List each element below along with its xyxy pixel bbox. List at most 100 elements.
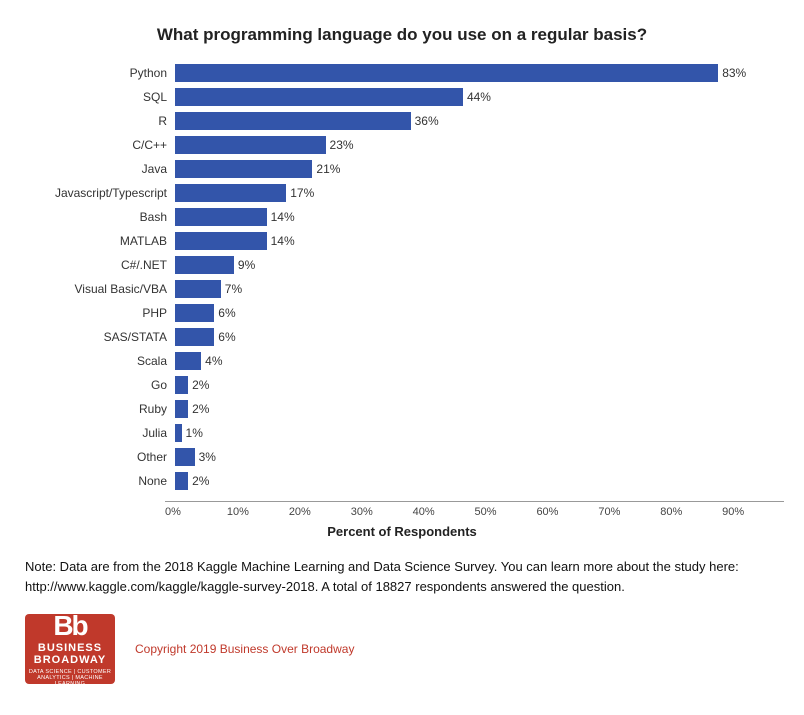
bar-track: 2% [175,472,764,490]
bar-fill [175,232,267,250]
bar-track: 2% [175,400,764,418]
bar-fill [175,112,411,130]
bar-label: Java [30,162,175,176]
bar-label: Scala [30,354,175,368]
bar-label: Python [30,66,175,80]
bar-row: Other 3% [30,447,764,467]
bar-fill [175,448,195,466]
bar-row: None 2% [30,471,764,491]
bar-value: 4% [205,354,222,368]
bar-label: C/C++ [30,138,175,152]
bar-label: Visual Basic/VBA [30,282,175,296]
bar-label: SQL [30,90,175,104]
bar-fill [175,160,312,178]
bar-fill [175,424,182,442]
bar-label: MATLAB [30,234,175,248]
bar-value: 3% [199,450,216,464]
bar-label: Bash [30,210,175,224]
x-tick: 20% [289,506,351,518]
bar-fill [175,376,188,394]
bar-value: 9% [238,258,255,272]
logo-tagline: DATA SCIENCE | CUSTOMER ANALYTICS | MACH… [25,669,115,687]
bar-fill [175,472,188,490]
bar-value: 83% [722,66,746,80]
x-tick: 60% [536,506,598,518]
bar-track: 17% [175,184,764,202]
bar-row: Scala 4% [30,351,764,371]
bar-label: PHP [30,306,175,320]
bar-row: Python 83% [30,63,764,83]
x-tick: 40% [413,506,475,518]
bar-track: 14% [175,208,764,226]
bar-value: 23% [330,138,354,152]
x-tick: 90% [722,506,784,518]
bar-track: 3% [175,448,764,466]
note-section: Note: Data are from the 2018 Kaggle Mach… [20,557,784,596]
logo-initials: Bb [53,612,86,640]
bar-track: 4% [175,352,764,370]
bar-value: 17% [290,186,314,200]
bar-value: 6% [218,306,235,320]
bar-label: C#/.NET [30,258,175,272]
bar-row: Ruby 2% [30,399,764,419]
bar-row: SQL 44% [30,87,764,107]
bar-track: 23% [175,136,764,154]
bar-row: MATLAB 14% [30,231,764,251]
bar-value: 1% [186,426,203,440]
bar-fill [175,208,267,226]
bar-value: 36% [415,114,439,128]
bar-value: 2% [192,378,209,392]
bar-track: 6% [175,304,764,322]
bar-row: C#/.NET 9% [30,255,764,275]
bar-label: Javascript/Typescript [30,186,175,200]
bar-value: 7% [225,282,242,296]
bar-label: None [30,474,175,488]
bar-track: 36% [175,112,764,130]
bar-label: Julia [30,426,175,440]
copyright: Copyright 2019 Business Over Broadway [135,642,354,656]
bar-value: 14% [271,234,295,248]
bar-track: 9% [175,256,764,274]
bar-row: Bash 14% [30,207,764,227]
bar-track: 44% [175,88,764,106]
x-tick: 50% [475,506,537,518]
bar-row: C/C++ 23% [30,135,764,155]
bar-fill [175,136,326,154]
bar-row: Java 21% [30,159,764,179]
bar-fill [175,304,214,322]
bar-row: SAS/STATA 6% [30,327,764,347]
bar-row: R36% [30,111,764,131]
bar-track: 14% [175,232,764,250]
bar-row: PHP 6% [30,303,764,323]
bar-track: 2% [175,376,764,394]
bar-value: 21% [316,162,340,176]
bar-label: Other [30,450,175,464]
bar-row: Visual Basic/VBA 7% [30,279,764,299]
x-tick: 30% [351,506,413,518]
bar-value: 6% [218,330,235,344]
bar-value: 2% [192,474,209,488]
x-axis-label: Percent of Respondents [20,524,784,539]
bar-value: 2% [192,402,209,416]
bar-fill [175,256,234,274]
logo-line1: BUSINESS [38,642,102,654]
bar-track: 6% [175,328,764,346]
bar-label: Ruby [30,402,175,416]
bar-label: SAS/STATA [30,330,175,344]
x-tick: 80% [660,506,722,518]
bar-fill [175,64,718,82]
bar-row: Julia 1% [30,423,764,443]
logo: Bb BUSINESS BROADWAY DATA SCIENCE | CUST… [25,614,115,684]
chart-container: What programming language do you use on … [20,20,784,684]
chart-area: Python 83% SQL 44% R36% C/C++ 23% Java 21% Javasc… [20,63,784,495]
x-axis: 0%10%20%30%40%50%60%70%80%90% [165,501,784,518]
bar-track: 7% [175,280,764,298]
bar-value: 44% [467,90,491,104]
bar-fill [175,280,221,298]
bar-fill [175,400,188,418]
x-tick: 10% [227,506,289,518]
bar-fill [175,88,463,106]
bar-value: 14% [271,210,295,224]
bar-track: 1% [175,424,764,442]
bar-fill [175,328,214,346]
